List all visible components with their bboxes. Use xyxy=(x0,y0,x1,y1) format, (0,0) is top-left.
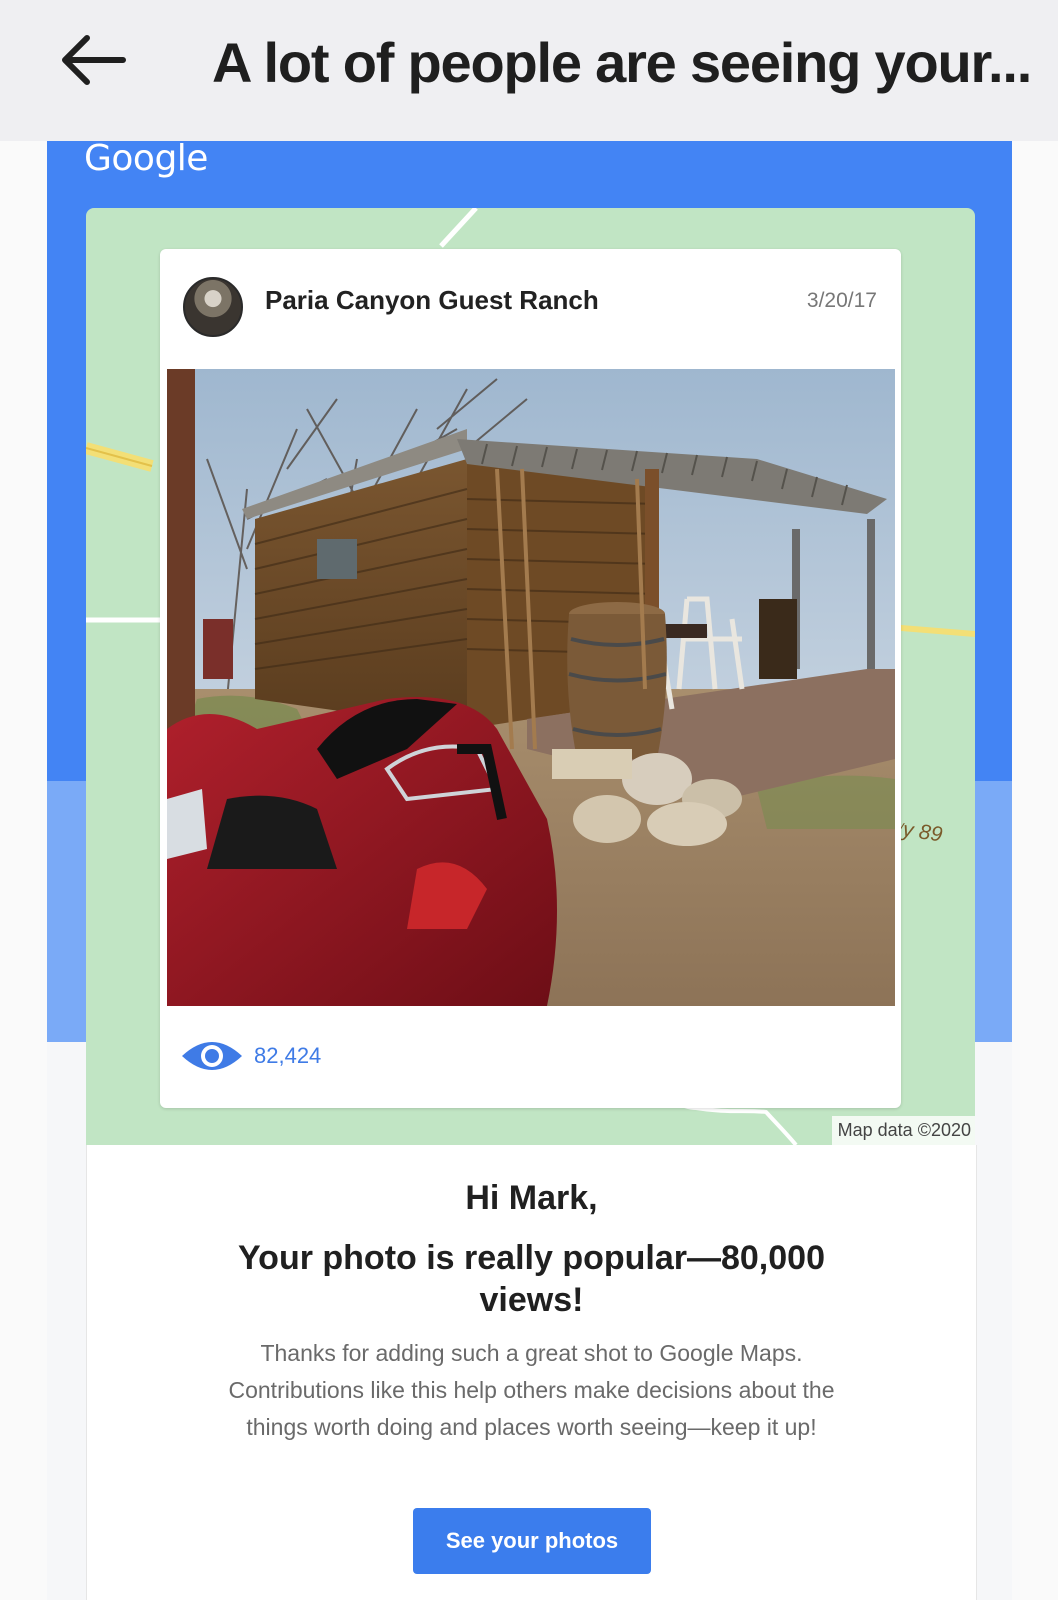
map-attribution: Map data ©2020 xyxy=(831,1116,975,1145)
place-name: Paria Canyon Guest Ranch xyxy=(265,285,599,315)
ranch-photo-illustration xyxy=(167,369,895,1006)
message-section: Hi Mark, Your photo is really popular—80… xyxy=(86,1145,977,1600)
message-body: Thanks for adding such a great shot to G… xyxy=(228,1340,835,1440)
page-title: A lot of people are seeing your... xyxy=(212,31,1032,94)
photo-post-card[interactable]: Paria Canyon Guest Ranch 3/20/17 82,424 xyxy=(160,249,901,1108)
back-button[interactable] xyxy=(52,22,132,98)
google-logo: Google xyxy=(84,138,208,179)
email-margin-left xyxy=(0,141,47,1600)
email-margin-right xyxy=(1012,141,1058,1600)
view-count: 82,424 xyxy=(254,1043,322,1068)
app-bar: A lot of people are seeing your... xyxy=(0,0,1058,141)
view-count-row[interactable]: 82,424 xyxy=(180,1034,321,1078)
headline: Your photo is really popular—80,000 view… xyxy=(238,1239,825,1319)
contributed-photo[interactable] xyxy=(167,369,895,1006)
arrow-left-icon xyxy=(62,35,126,85)
avatar xyxy=(183,277,243,337)
see-your-photos-button[interactable]: See your photos xyxy=(413,1508,651,1574)
post-date: 3/20/17 xyxy=(806,289,877,312)
greeting: Hi Mark, xyxy=(465,1179,598,1217)
eye-icon xyxy=(182,1042,242,1070)
